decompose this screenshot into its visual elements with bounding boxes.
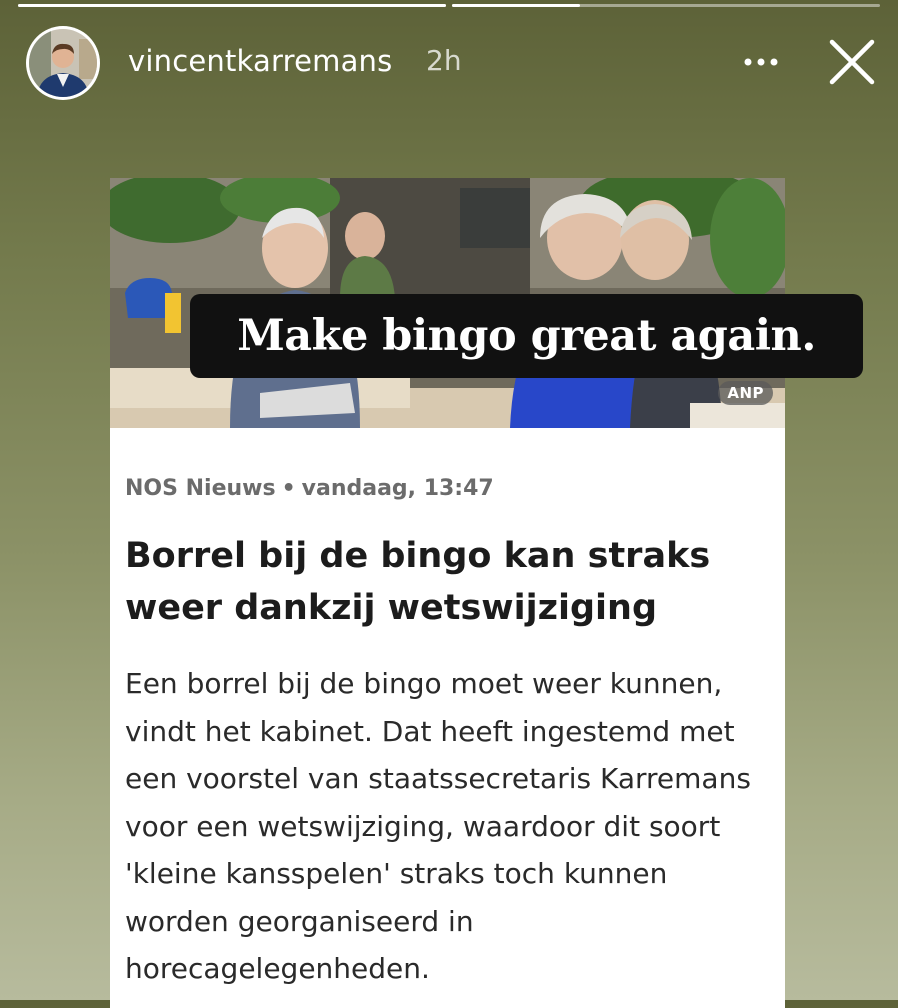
story-progress-bar-2 xyxy=(452,4,880,7)
photo-credit-badge: ANP xyxy=(718,381,773,405)
source-name: NOS Nieuws xyxy=(125,476,276,501)
article-headline[interactable]: Borrel bij de bingo kan straks weer dank… xyxy=(125,530,765,634)
avatar[interactable] xyxy=(26,26,100,100)
progress-fill-2 xyxy=(452,4,581,7)
article-meta: NOS Nieuws • vandaag, 13:47 xyxy=(125,476,494,501)
text-sticker: Make bingo great again. xyxy=(190,294,863,378)
progress-fill-1 xyxy=(18,4,446,7)
post-time: 2h xyxy=(426,44,462,77)
close-icon xyxy=(829,39,875,85)
more-options-button[interactable] xyxy=(740,38,784,82)
more-dots-icon xyxy=(744,58,778,66)
story-progress-bar-1 xyxy=(18,4,446,7)
article-summary: Een borrel bij de bingo moet weer kunnen… xyxy=(125,667,751,985)
meta-separator: • xyxy=(281,476,296,501)
username[interactable]: vincentkarremans xyxy=(128,44,392,78)
avatar-photo xyxy=(29,29,97,97)
close-button[interactable] xyxy=(826,36,878,88)
article-timestamp: vandaag, 13:47 xyxy=(301,476,494,501)
